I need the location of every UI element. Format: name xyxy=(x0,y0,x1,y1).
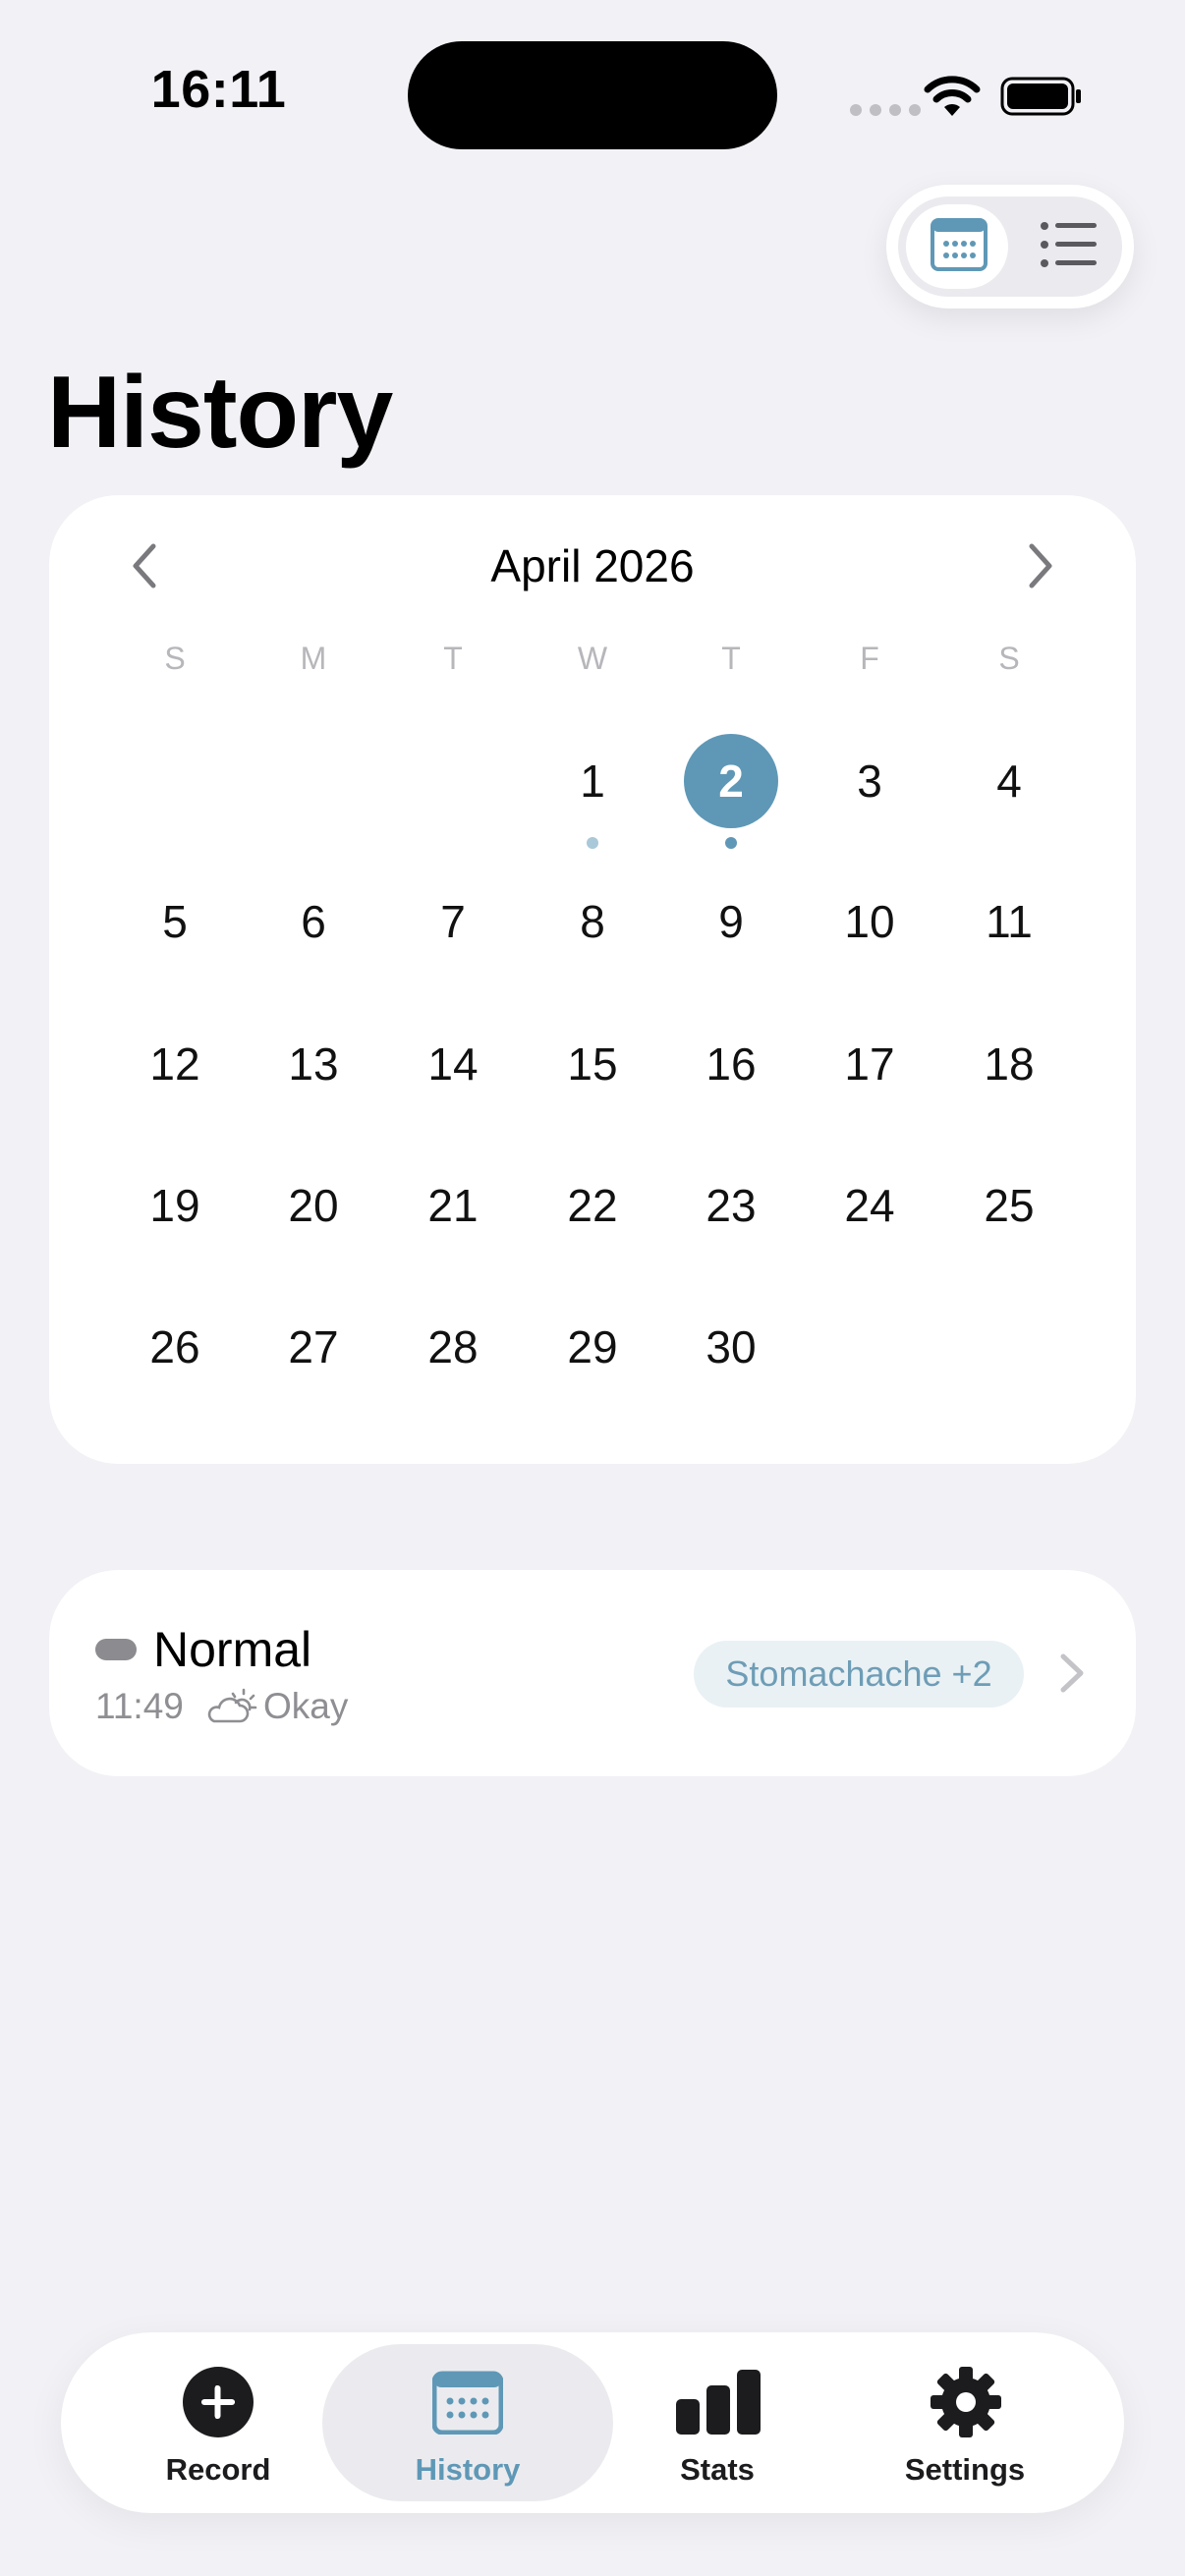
calendar-day-2[interactable]: 2 xyxy=(682,732,780,830)
calendar-day-29[interactable]: 29 xyxy=(543,1298,642,1396)
tab-settings-label[interactable]: Settings xyxy=(867,2452,1063,2488)
previous-month-button[interactable] xyxy=(116,542,175,589)
tab-history-label[interactable]: History xyxy=(369,2452,566,2488)
calendar-day-3[interactable]: 3 xyxy=(820,732,919,830)
entry-title: Normal xyxy=(153,1622,312,1677)
calendar-day-21[interactable]: 21 xyxy=(404,1156,502,1255)
wifi-icon xyxy=(924,76,981,116)
calendar-day-8[interactable]: 8 xyxy=(543,872,642,971)
calendar-day-15[interactable]: 15 xyxy=(543,1015,642,1113)
calendar-day-17[interactable]: 17 xyxy=(820,1015,919,1113)
tab-stats-label[interactable]: Stats xyxy=(619,2452,816,2488)
status-time: 16:11 xyxy=(150,60,287,119)
calendar-day-12[interactable]: 12 xyxy=(126,1015,224,1113)
calendar-day-27[interactable]: 27 xyxy=(264,1298,363,1396)
weekday-label: T xyxy=(443,641,463,676)
calendar-day-4[interactable]: 4 xyxy=(960,732,1058,830)
next-month-button[interactable] xyxy=(1010,542,1069,589)
weekday-label: W xyxy=(577,641,608,676)
symptom-tag: Stomachache +2 xyxy=(694,1641,1024,1708)
page-title: History xyxy=(47,356,393,470)
weekday-label: M xyxy=(300,641,327,676)
calendar-day-14[interactable]: 14 xyxy=(404,1015,502,1113)
dynamic-island xyxy=(408,41,777,149)
calendar-day-1[interactable]: 1 xyxy=(543,732,642,830)
calendar-icon[interactable] xyxy=(432,2370,503,2435)
calendar-day-9[interactable]: 9 xyxy=(682,872,780,971)
calendar-day-25[interactable]: 25 xyxy=(960,1156,1058,1255)
calendar-day-23[interactable]: 23 xyxy=(682,1156,780,1255)
tab-record-label[interactable]: Record xyxy=(120,2452,316,2488)
calendar-day-19[interactable]: 19 xyxy=(126,1156,224,1255)
calendar-day-13[interactable]: 13 xyxy=(264,1015,363,1113)
weekday-label: T xyxy=(721,641,741,676)
bar-chart-icon[interactable] xyxy=(676,2370,761,2435)
stool-type-icon xyxy=(95,1639,137,1660)
calendar-day-30[interactable]: 30 xyxy=(682,1298,780,1396)
battery-icon xyxy=(1000,77,1081,116)
calendar-day-11[interactable]: 11 xyxy=(960,872,1058,971)
view-toggle xyxy=(886,185,1134,308)
chevron-right-icon xyxy=(1060,1653,1084,1693)
calendar-day-22[interactable]: 22 xyxy=(543,1156,642,1255)
entry-time: 11:49 xyxy=(95,1686,184,1726)
weekday-label: S xyxy=(164,641,186,676)
calendar-day-6[interactable]: 6 xyxy=(264,872,363,971)
calendar-day-10[interactable]: 10 xyxy=(820,872,919,971)
calendar-view-icon xyxy=(931,218,988,271)
gear-icon[interactable] xyxy=(930,2366,1002,2438)
list-view-icon[interactable] xyxy=(1040,220,1099,269)
weekday-label: S xyxy=(998,641,1020,676)
calendar-day-20[interactable]: 20 xyxy=(264,1156,363,1255)
entry-indicator-dot xyxy=(587,837,598,849)
calendar-day-18[interactable]: 18 xyxy=(960,1015,1058,1113)
calendar-day-28[interactable]: 28 xyxy=(404,1298,502,1396)
month-title: April 2026 xyxy=(490,540,695,591)
weekday-label: F xyxy=(860,641,879,676)
calendar-day-26[interactable]: 26 xyxy=(126,1298,224,1396)
cellular-signal-icon xyxy=(850,104,921,116)
calendar-day-24[interactable]: 24 xyxy=(820,1156,919,1255)
partly-sunny-icon xyxy=(207,1688,257,1723)
calendar-day-16[interactable]: 16 xyxy=(682,1015,780,1113)
mood-label: Okay xyxy=(263,1686,349,1726)
calendar-day-7[interactable]: 7 xyxy=(404,872,502,971)
calendar-day-5[interactable]: 5 xyxy=(126,872,224,971)
entry-indicator-dot xyxy=(725,837,737,849)
plus-circle-icon[interactable] xyxy=(182,2366,254,2438)
